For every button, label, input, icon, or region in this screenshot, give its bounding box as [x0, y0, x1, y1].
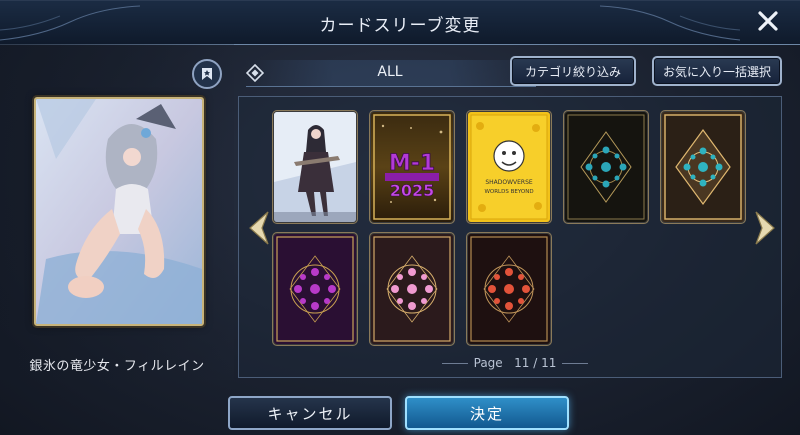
next-page-arrow-icon[interactable] — [750, 208, 780, 248]
selected-sleeve-preview — [34, 97, 204, 326]
m1-logo-text: M-1 — [389, 151, 435, 176]
sleeve-card-m1-2025[interactable]: M-1 2025 — [371, 112, 453, 222]
page-value: 11 / 11 — [514, 356, 557, 370]
sleeve-card-ornate-teal-dark[interactable] — [565, 112, 647, 222]
favorite-bulk-select-button[interactable]: お気に入り一括選択 — [652, 56, 782, 86]
sleeve-card-silver-girl[interactable] — [274, 112, 356, 222]
bookmark-icon[interactable] — [192, 59, 222, 89]
category-filter-button[interactable]: カテゴリ絞り込み — [510, 56, 636, 86]
prev-page-arrow-icon[interactable] — [244, 208, 274, 248]
sleeve-card-ornate-purple[interactable] — [274, 234, 356, 344]
close-icon[interactable] — [754, 7, 782, 35]
confirm-button[interactable]: 決定 — [405, 396, 569, 430]
cancel-button[interactable]: キャンセル — [228, 396, 392, 430]
category-label[interactable]: ALL — [350, 64, 430, 80]
worlds-top-text: SHADOWVERSE — [485, 179, 533, 186]
sleeve-card-ornate-pink[interactable] — [371, 234, 453, 344]
page-label: Page — [473, 356, 503, 370]
sleeve-card-ornate-red[interactable] — [468, 234, 550, 344]
sleeve-card-worlds-beyond[interactable]: SHADOWVERSE WORLDS BEYOND — [468, 112, 550, 222]
selected-sleeve-name: 銀氷の竜少女・フィルレイン — [29, 359, 205, 374]
pagination: Page 11 / 11 — [420, 356, 610, 370]
diamond-icon — [246, 64, 264, 82]
dialog-title: カードスリーブ変更 — [319, 16, 481, 36]
m1-year-text: 2025 — [390, 181, 435, 200]
sleeve-change-dialog: カードスリーブ変更 銀氷の竜少女・フィルレイン ALL カテゴリ絞り込み お気に… — [0, 0, 800, 435]
header-bar: カードスリーブ変更 — [0, 0, 800, 45]
sleeve-card-ornate-teal-gold[interactable] — [662, 112, 744, 222]
worlds-bottom-text: WORLDS BEYOND — [484, 189, 533, 195]
